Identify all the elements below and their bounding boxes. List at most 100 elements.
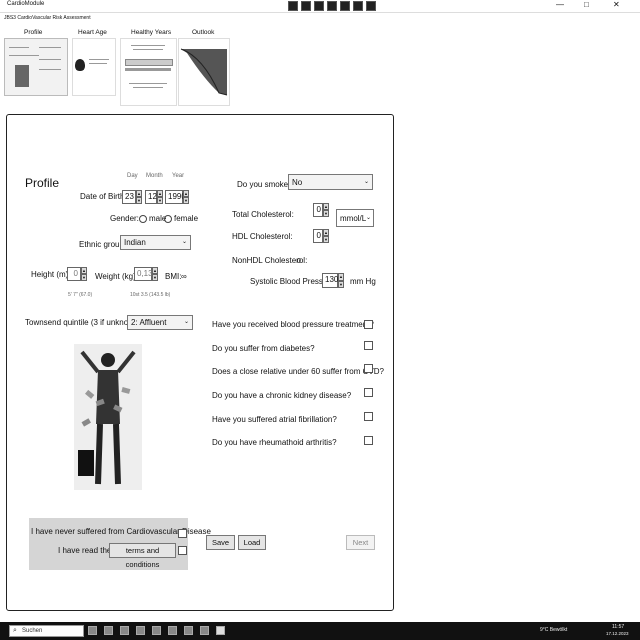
taskbar-app-icon[interactable] <box>104 626 113 635</box>
taskbar-app-icon-active[interactable] <box>216 626 225 635</box>
townsend-value: 2: Affluent <box>131 318 167 327</box>
hdl-field[interactable]: 0 <box>313 229 323 243</box>
thumb-profile[interactable] <box>4 38 68 96</box>
month-up[interactable]: ▲ <box>157 190 163 197</box>
bmi-value: ∞ <box>181 272 187 281</box>
month-header: Month <box>146 173 163 179</box>
question-rheumatoid-arthritis: Do you have rheumathoid arthritis? <box>212 438 337 447</box>
heart-icon <box>75 59 85 71</box>
checkbox-relative-cvd[interactable] <box>364 364 373 373</box>
thumb-caption-healthy-years: Healthy Years <box>131 29 172 36</box>
bmi-label: BMI: <box>165 272 182 281</box>
checkbox-rheumatoid-arthritis[interactable] <box>364 436 373 445</box>
height-field[interactable]: 0 <box>67 267 81 281</box>
taskbar-app-icon[interactable] <box>184 626 193 635</box>
radio-male[interactable] <box>139 214 147 223</box>
height-label: Height (m): <box>31 270 71 279</box>
gender-female-option[interactable]: female <box>164 214 198 223</box>
total-chol-up[interactable]: ▲ <box>323 203 329 210</box>
taskbar-app-icon[interactable] <box>168 626 177 635</box>
gender-female-label: female <box>174 214 199 223</box>
chevron-down-icon: ⌄ <box>363 179 369 185</box>
terms-button[interactable]: terms and conditions <box>109 543 176 569</box>
search-icon: ⌕ <box>13 627 17 634</box>
height-up[interactable]: ▲ <box>81 267 87 274</box>
height-down[interactable]: ▼ <box>81 274 87 281</box>
taskbar-app-icon[interactable] <box>120 626 129 635</box>
checkbox-diabetes[interactable] <box>364 341 373 350</box>
year-header: Year <box>172 173 185 179</box>
chol-unit-select[interactable]: mmol/L ⌄ <box>336 209 374 227</box>
taskbar-search[interactable]: ⌕ Suchen <box>9 625 84 637</box>
total-chol-label: Total Cholesterol: <box>232 210 294 219</box>
thumb-heart-age[interactable] <box>72 38 116 96</box>
weight-imperial-hint: 10st 3.5 (143.5 lb) <box>130 292 171 298</box>
hdl-down[interactable]: ▼ <box>323 236 329 243</box>
hdl-up[interactable]: ▲ <box>323 229 329 236</box>
clock-time: 11:57 <box>612 624 625 630</box>
year-field[interactable]: 1990 <box>165 190 186 204</box>
checkbox-never-cvd[interactable] <box>178 529 187 538</box>
sbp-unit: mm Hg <box>350 277 376 286</box>
townsend-select[interactable]: 2: Affluent ⌄ <box>127 315 193 330</box>
sbp-field[interactable]: 130 <box>322 273 338 288</box>
taskbar-app-icon[interactable] <box>152 626 161 635</box>
checkbox-terms[interactable] <box>178 546 187 555</box>
toolbar-icon[interactable] <box>314 1 324 11</box>
toolbar-icon[interactable] <box>301 1 311 11</box>
maximize-button[interactable]: □ <box>584 0 589 10</box>
month-field[interactable]: 12 <box>145 190 157 204</box>
thumb-outlook[interactable] <box>178 38 230 106</box>
day-down[interactable]: ▼ <box>136 197 142 204</box>
day-up[interactable]: ▲ <box>136 190 142 197</box>
toolbar-icon[interactable] <box>288 1 298 11</box>
ethnic-select[interactable]: Indian ⌄ <box>120 235 191 250</box>
weight-down[interactable]: ▼ <box>152 274 158 281</box>
total-chol-field[interactable]: 0 <box>313 203 323 217</box>
nonhdl-label: NonHDL Cholesterol: <box>232 256 308 265</box>
question-relative-cvd: Does a close relative under 60 suffer fr… <box>212 367 384 376</box>
year-up[interactable]: ▲ <box>183 190 189 197</box>
save-button[interactable]: Save <box>206 535 235 550</box>
question-atrial-fibrillation: Have you suffered atrial fibrillation? <box>212 415 337 424</box>
weather-label: 9°C Bewölkt <box>540 627 568 633</box>
checkbox-bp-treatment[interactable] <box>364 320 373 329</box>
nonhdl-value: 0 <box>297 258 301 265</box>
toolbar-icon[interactable] <box>327 1 337 11</box>
toolbar-icon[interactable] <box>353 1 363 11</box>
screen-toolbar <box>288 1 376 11</box>
taskbar-app-icon[interactable] <box>200 626 209 635</box>
checkbox-atrial-fibrillation[interactable] <box>364 412 373 421</box>
close-button[interactable]: ✕ <box>613 0 620 10</box>
dob-label: Date of Birth <box>80 192 125 201</box>
app-title: JBS3 CardioVascular Risk Assessment <box>4 15 91 21</box>
thumb-caption-heart-age: Heart Age <box>78 29 107 36</box>
sbp-up[interactable]: ▲ <box>338 273 344 281</box>
weight-field[interactable]: 0,13 <box>134 267 153 281</box>
toolbar-icon[interactable] <box>340 1 350 11</box>
toolbar-icon[interactable] <box>366 1 376 11</box>
chevron-down-icon: ⌄ <box>183 319 189 325</box>
weight-up[interactable]: ▲ <box>152 267 158 274</box>
app-name: CardioModule <box>7 1 45 7</box>
task-view-icon[interactable] <box>88 626 97 635</box>
taskbar-app-icon[interactable] <box>136 626 145 635</box>
page-title: Profile <box>25 176 60 190</box>
chol-unit-value: mmol/L <box>340 214 367 223</box>
load-button[interactable]: Load <box>238 535 266 550</box>
month-down[interactable]: ▼ <box>157 197 163 204</box>
thumb-healthy-years[interactable] <box>120 38 177 106</box>
smoke-select[interactable]: No ⌄ <box>288 174 373 190</box>
day-field[interactable]: 23 <box>122 190 136 204</box>
smoke-label: Do you smoke? <box>237 180 293 189</box>
gender-male-option[interactable]: male <box>139 214 166 223</box>
next-button[interactable]: Next <box>346 535 375 550</box>
clock-date: 17.12.2023 <box>606 631 629 636</box>
year-down[interactable]: ▼ <box>183 197 189 204</box>
total-chol-down[interactable]: ▼ <box>323 210 329 217</box>
checkbox-kidney-disease[interactable] <box>364 388 373 397</box>
sbp-down[interactable]: ▼ <box>338 281 344 288</box>
radio-female[interactable] <box>164 214 172 223</box>
minimize-button[interactable]: — <box>556 0 564 10</box>
thumb-caption-profile: Profile <box>24 29 43 36</box>
